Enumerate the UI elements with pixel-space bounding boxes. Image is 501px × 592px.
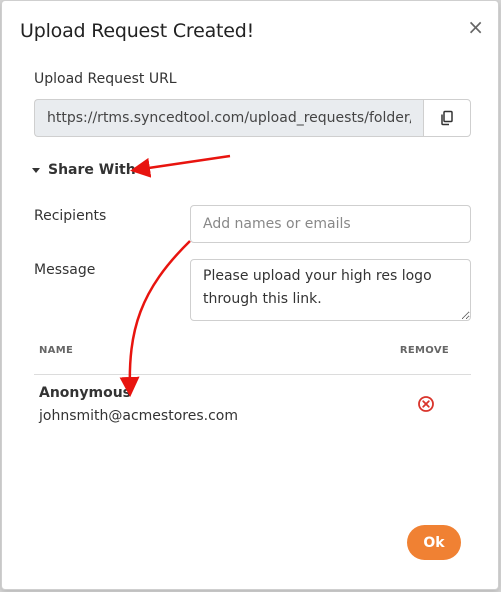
share-with-label: Share With [48,162,136,178]
recipients-input[interactable] [190,205,471,243]
recipient-email: johnsmith@acmestores.com [39,408,238,424]
name-column-header: NAME [39,345,74,356]
remove-column-header: REMOVE [399,345,449,356]
message-label: Message [34,262,96,278]
recipient-name: Anonymous [39,385,132,401]
copy-icon [441,110,453,126]
upload-request-dialog: Upload Request Created! × Upload Request… [1,0,499,590]
recipients-label: Recipients [34,208,107,224]
url-input-group [34,99,471,137]
table-row: Anonymous johnsmith@acmestores.com [34,383,471,433]
message-textarea[interactable] [190,259,471,321]
recipients-table-header: NAME REMOVE [34,344,471,375]
dialog-title: Upload Request Created! [20,20,255,42]
upload-request-url-field[interactable] [34,99,423,137]
ok-button[interactable]: Ok [407,525,461,560]
share-with-toggle[interactable]: Share With [32,162,136,178]
copy-url-button[interactable] [423,99,471,137]
url-label: Upload Request URL [34,71,177,87]
remove-recipient-icon[interactable] [417,395,435,413]
close-icon[interactable]: × [467,17,484,37]
caret-down-icon [32,167,40,173]
